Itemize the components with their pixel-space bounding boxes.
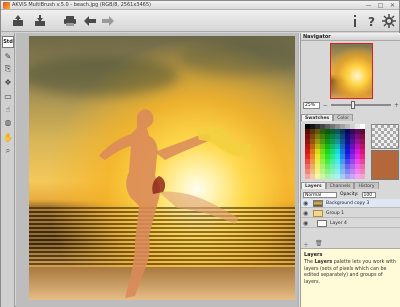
zoom-icon[interactable]: ⌕	[2, 145, 14, 157]
help-text: The Layers palette lets you work with la…	[304, 260, 397, 285]
layer-thumbnail	[317, 220, 327, 227]
smudge-icon[interactable]: ☝	[2, 103, 14, 115]
toolbar: ?	[1, 10, 399, 32]
hand-icon[interactable]: ✋	[2, 131, 14, 143]
minimize-button[interactable]: —	[364, 2, 373, 9]
help-panel: Layers The Layers palette lets you work …	[301, 248, 400, 307]
layer-thumbnail	[313, 200, 323, 207]
navigator-title: Navigator	[301, 33, 400, 41]
opacity-input[interactable]: 100	[361, 191, 376, 198]
navigator-panel: Navigator 25% − +	[301, 33, 400, 113]
tab-channels[interactable]: Channels	[325, 182, 355, 189]
maximize-button[interactable]: □	[376, 2, 385, 9]
open-icon[interactable]	[10, 13, 26, 29]
visibility-icon[interactable]: ◉	[303, 200, 310, 207]
svg-text:?: ?	[368, 15, 375, 28]
brush-icon[interactable]: ✎	[2, 50, 14, 62]
app-logo-icon	[3, 2, 10, 9]
selected-color-swatch[interactable]	[371, 150, 399, 180]
zoom-out-icon[interactable]: −	[323, 102, 328, 109]
navigator-view-rect[interactable]	[330, 43, 373, 99]
tab-swatches[interactable]: Swatches	[301, 114, 334, 121]
opacity-label: Opacity:	[340, 192, 359, 197]
title-bar: AKVIS MultiBrush v.5.0 - beach.jpg (RGB/…	[1, 1, 399, 10]
layer-row[interactable]: ◉ Layer 4	[301, 219, 400, 228]
close-button[interactable]: ✕	[388, 2, 397, 9]
visibility-icon[interactable]: ◉	[303, 210, 310, 217]
zoom-select[interactable]: 25%	[303, 101, 320, 109]
app-window: AKVIS MultiBrush v.5.0 - beach.jpg (RGB/…	[0, 0, 400, 307]
tab-layers[interactable]: Layers	[301, 182, 326, 189]
layer-name: Background copy 3	[326, 201, 370, 206]
layers-panel: Layers Channels History Normal Opacity: …	[301, 182, 400, 249]
canvas-area[interactable]	[16, 33, 306, 307]
tab-color[interactable]: Color	[333, 114, 353, 121]
layer-row[interactable]: ◉ Background copy 3	[301, 199, 400, 208]
zoom-in-icon[interactable]: +	[394, 102, 399, 109]
settings-icon[interactable]	[381, 13, 397, 29]
clone-icon[interactable]: ⎘	[2, 63, 14, 75]
layer-name: Group 1	[326, 211, 344, 216]
tab-history[interactable]: History	[354, 182, 379, 189]
layer-row[interactable]: ◉ Group 1	[301, 209, 400, 218]
dancer-figure	[99, 109, 251, 298]
right-panel: Navigator 25% − + Swatches Color ＋ 🗑	[300, 33, 400, 307]
recent-swatches[interactable]	[371, 124, 399, 149]
redo-icon[interactable]	[100, 13, 116, 29]
tool-mode-std[interactable]: Std	[2, 36, 14, 48]
swatch-grid[interactable]	[305, 124, 365, 180]
folder-icon	[313, 210, 323, 217]
window-title: AKVIS MultiBrush v.5.0 - beach.jpg (RGB/…	[12, 2, 151, 8]
image-canvas[interactable]	[29, 36, 295, 300]
zoom-slider[interactable]	[330, 101, 391, 109]
help-icon[interactable]: ?	[364, 13, 380, 29]
eraser-icon[interactable]: ▭	[2, 90, 14, 102]
chameleon-icon[interactable]: ❖	[2, 76, 14, 88]
save-icon[interactable]	[32, 13, 48, 29]
undo-icon[interactable]	[82, 13, 98, 29]
print-icon[interactable]	[62, 13, 78, 29]
tools-panel: Std ✎ ⎘ ❖ ▭ ☝ ◍ ✋ ⌕	[1, 33, 15, 307]
help-keyword: Layers	[314, 260, 333, 265]
layer-name: Layer 4	[330, 221, 347, 226]
blur-icon[interactable]: ◍	[2, 116, 14, 128]
visibility-icon[interactable]: ◉	[303, 220, 310, 227]
info-icon[interactable]	[347, 13, 363, 29]
blend-mode-select[interactable]: Normal	[303, 191, 337, 198]
swatch-cell[interactable]	[360, 174, 365, 179]
help-title: Layers	[304, 252, 323, 258]
